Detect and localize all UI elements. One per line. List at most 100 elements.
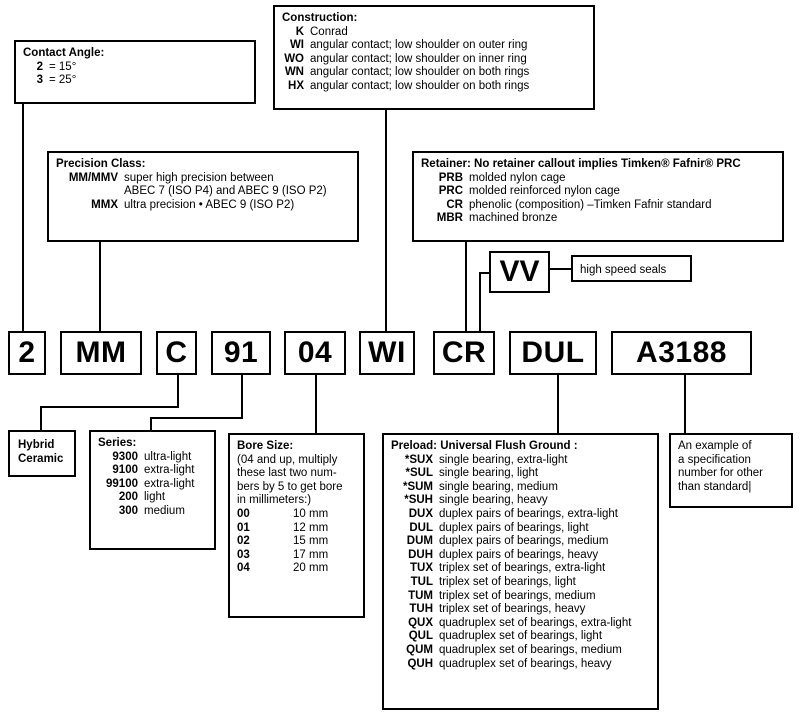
construction-rows: K Conrad WI angular contact; low shoulde… (282, 26, 586, 94)
construction-code: K (295, 25, 304, 38)
high-speed-seals-label-box: high speed seals (571, 255, 692, 282)
preload-desc: triplex set of bearings, heavy (439, 603, 586, 616)
preload-code: QUX (408, 616, 433, 629)
construction-code: WO (284, 52, 304, 65)
code-box-precision-class[interactable]: MM (60, 331, 142, 375)
retainer-code: CR (446, 198, 463, 211)
code-box-hybrid-ceramic[interactable]: C (156, 331, 197, 375)
preload-desc: single bearing, light (439, 467, 539, 480)
connector-specification (684, 375, 686, 433)
preload-desc: duplex pairs of bearings, light (439, 521, 589, 534)
specification-line: An example of (678, 440, 752, 452)
bore-size-note-line: these last two num- (237, 467, 337, 480)
preload-code: QUM (406, 643, 433, 656)
preload-desc: quadruplex set of bearings, light (439, 630, 603, 643)
bore-size-note: (04 and up, multiply these last two num-… (237, 454, 356, 508)
series-row: 9100 extra-light (98, 464, 207, 478)
construction-row: HX angular contact; low shoulder on both… (282, 80, 586, 94)
seal-code-box[interactable]: VV (489, 251, 550, 293)
construction-desc: angular contact; low shoulder on both ri… (310, 79, 530, 92)
bore-size-row: 02 15 mm (237, 535, 356, 549)
code-box-series[interactable]: 91 (211, 331, 271, 375)
bore-size-desc: 17 mm (293, 548, 329, 561)
preload-code: *SUH (404, 494, 433, 507)
construction-code: HX (288, 79, 304, 92)
connector-seal-vertical (479, 272, 481, 334)
precision-class-code: MMX (91, 198, 118, 211)
preload-row: *SUM single bearing, medium (391, 481, 650, 495)
contact-angle-code: 2 (36, 60, 43, 73)
code-box-construction[interactable]: WI (359, 331, 415, 375)
preload-box: Preload: Universal Flush Ground : *SUX si… (382, 433, 659, 710)
bore-size-rows: 00 10 mm 01 12 mm 02 15 mm 03 17 mm 04 2… (237, 508, 356, 576)
retainer-desc: molded nylon cage (469, 171, 566, 184)
series-box: Series: 9300 ultra-light 9100 extra-ligh… (89, 430, 216, 550)
precision-class-rows: MM/MMV super high precision between ABEC… (56, 172, 350, 213)
bore-size-note-line: (04 and up, multiply (237, 453, 338, 466)
construction-header: Construction: (282, 12, 358, 24)
connector-bore-size (315, 375, 317, 433)
connector-hybrid-vertical-bottom (40, 406, 42, 430)
preload-row: QUM quadruplex set of bearings, medium (391, 644, 650, 658)
preload-desc: single bearing, medium (439, 480, 558, 493)
construction-code: WI (289, 39, 304, 52)
hybrid-ceramic-line: Ceramic (18, 453, 64, 465)
preload-row: TUX triplex set of bearings, extra-light (391, 562, 650, 576)
retainer-code: PRB (438, 171, 463, 184)
contact-angle-rows: 2 = 15° 3 = 25° (23, 61, 247, 88)
precision-class-code: MM/MMV (68, 171, 118, 184)
construction-desc: Conrad (310, 25, 348, 38)
bore-size-row: 03 17 mm (237, 549, 356, 563)
preload-row: *SUL single bearing, light (391, 467, 650, 481)
connector-seal-label (550, 268, 573, 270)
bore-size-header: Bore Size: (237, 440, 294, 452)
series-row: 99100 extra-light (98, 478, 207, 492)
hybrid-ceramic-box: Hybrid Ceramic (8, 430, 76, 477)
preload-desc: triplex set of bearings, extra-light (439, 562, 606, 575)
precision-class-row: MMX ultra precision • ABEC 9 (ISO P2) (56, 199, 350, 213)
construction-desc: angular contact; low shoulder on inner r… (310, 52, 527, 65)
contact-angle-box: Contact Angle: 2 = 15° 3 = 25° (14, 40, 256, 104)
bore-size-code: 03 (237, 548, 250, 561)
series-row: 9300 ultra-light (98, 451, 207, 465)
precision-class-row: ABEC 7 (ISO P4) and ABEC 9 (ISO P2) (56, 185, 350, 199)
preload-row: QUX quadruplex set of bearings, extra-lig… (391, 617, 650, 631)
series-row: 300 medium (98, 505, 207, 519)
specification-line: than standard| (678, 480, 752, 493)
preload-desc: single bearing, extra-light (439, 453, 568, 466)
retainer-row: PRC molded reinforced nylon cage (421, 185, 775, 199)
specification-line: number for other (678, 467, 764, 480)
preload-desc: quadruplex set of bearings, heavy (439, 657, 612, 670)
connector-contact-angle (22, 102, 24, 334)
code-box-bore-size[interactable]: 04 (284, 331, 346, 375)
bore-size-desc: 10 mm (293, 507, 329, 520)
precision-class-code (56, 185, 124, 199)
series-desc: ultra-light (144, 450, 192, 463)
precision-class-box: Precision Class: MM/MMV super high preci… (47, 151, 359, 242)
construction-desc: angular contact; low shoulder on outer r… (310, 39, 528, 52)
code-box-preload[interactable]: DUL (509, 331, 597, 375)
retainer-code: PRC (438, 185, 463, 198)
code-box-retainer[interactable]: CR (433, 331, 495, 375)
retainer-rows: PRB molded nylon cage PRC molded reinfor… (421, 172, 775, 226)
preload-code: TUL (410, 575, 433, 588)
preload-row: TUH triplex set of bearings, heavy (391, 603, 650, 617)
preload-desc: triplex set of bearings, medium (439, 589, 596, 602)
construction-desc: angular contact; low shoulder on both ri… (310, 66, 530, 79)
preload-code: TUH (409, 603, 433, 616)
retainer-row: CR phenolic (composition) –Timken Fafnir… (421, 199, 775, 213)
series-code: 200 (118, 491, 138, 504)
series-rows: 9300 ultra-light 9100 extra-light 99100 … (98, 451, 207, 519)
bore-size-desc: 15 mm (293, 535, 329, 548)
code-box-contact-angle[interactable]: 2 (8, 331, 46, 375)
bore-size-note-line: in millimeters:) (237, 494, 312, 507)
contact-angle-header: Contact Angle: (23, 47, 105, 59)
construction-row: WN angular contact; low shoulder on both… (282, 66, 586, 80)
preload-code: TUX (410, 562, 433, 575)
connector-construction (385, 108, 387, 334)
code-box-specification[interactable]: A3188 (611, 331, 752, 375)
retainer-header: Retainer: No retainer callout implies Ti… (421, 158, 741, 170)
preload-row: TUL triplex set of bearings, light (391, 576, 650, 590)
preload-row: TUM triplex set of bearings, medium (391, 590, 650, 604)
retainer-row: MBR machined bronze (421, 212, 775, 226)
